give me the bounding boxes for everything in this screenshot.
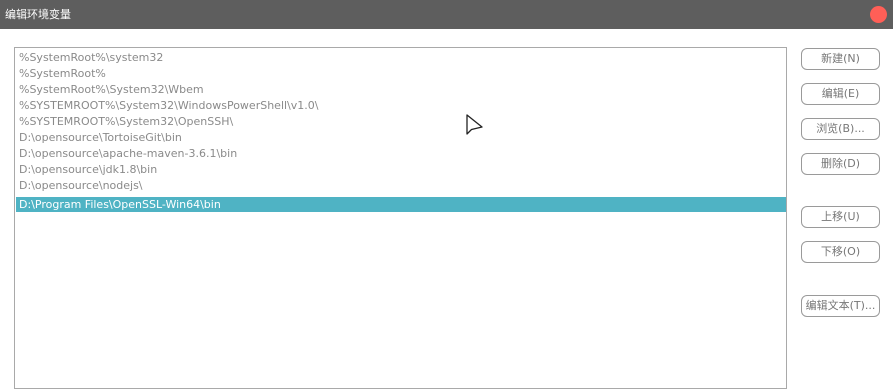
close-icon[interactable]: [870, 6, 887, 23]
browse-button[interactable]: 浏览(B)...: [801, 118, 880, 140]
move-up-button[interactable]: 上移(U): [801, 206, 880, 228]
list-item[interactable]: D:\opensource\apache-maven-3.6.1\bin: [16, 146, 786, 161]
list-item[interactable]: %SystemRoot%: [16, 66, 786, 81]
list-item[interactable]: %SYSTEMROOT%\System32\WindowsPowerShell\…: [16, 98, 786, 113]
path-list[interactable]: %SystemRoot%\system32 %SystemRoot% %Syst…: [14, 47, 787, 389]
move-down-button[interactable]: 下移(O): [801, 241, 880, 263]
mouse-pointer-icon: [466, 114, 483, 135]
window-title: 编辑环境变量: [5, 8, 71, 21]
list-item-selected[interactable]: D:\Program Files\OpenSSL-Win64\bin: [16, 197, 786, 212]
list-item[interactable]: D:\opensource\TortoiseGit\bin: [16, 130, 786, 145]
edit-env-var-dialog: 编辑环境变量 %SystemRoot%\system32 %SystemRoot…: [0, 0, 893, 389]
list-item[interactable]: %SYSTEMROOT%\System32\OpenSSH\: [16, 114, 786, 129]
new-button[interactable]: 新建(N): [801, 48, 880, 70]
edit-text-button[interactable]: 编辑文本(T)...: [801, 295, 880, 317]
list-item[interactable]: %SystemRoot%\System32\Wbem: [16, 82, 786, 97]
list-item[interactable]: D:\opensource\jdk1.8\bin: [16, 162, 786, 177]
edit-button[interactable]: 编辑(E): [801, 83, 880, 105]
delete-button[interactable]: 删除(D): [801, 153, 880, 175]
list-item[interactable]: %SystemRoot%\system32: [16, 50, 786, 65]
list-item[interactable]: D:\opensource\nodejs\: [16, 178, 786, 193]
title-bar[interactable]: 编辑环境变量: [0, 0, 893, 29]
